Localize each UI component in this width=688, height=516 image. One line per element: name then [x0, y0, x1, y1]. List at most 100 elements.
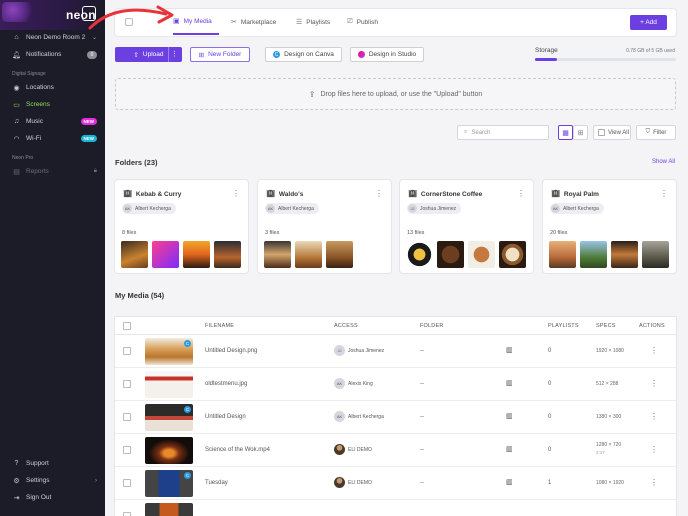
upload-button[interactable]: ⇧ Upload ⋮ — [115, 47, 182, 62]
more-vertical-icon[interactable]: ⋮ — [660, 189, 668, 198]
media-thumbnail[interactable] — [145, 371, 193, 398]
folder-card[interactable]: 🏢︎ Waldo's ⋮ AK Albert Kecherga 3 files — [258, 180, 391, 273]
more-vertical-icon[interactable]: ⋮ — [375, 189, 383, 198]
column-header-playlists[interactable]: PLAYLISTS — [548, 323, 579, 329]
column-header-specs[interactable]: SPECS — [596, 323, 616, 329]
sidebar-item-label: Sign Out — [26, 494, 52, 501]
media-thumbnail — [580, 241, 607, 268]
table-row[interactable]: Science of the Wok.mp4 ELI DEMO -- ▥ 0 1… — [115, 434, 676, 467]
avatar: AK — [334, 378, 345, 389]
sidebar-item-settings[interactable]: ⚙ Settings › — [0, 472, 105, 489]
sidebar-item-signout[interactable]: ⇥ Sign Out — [0, 489, 105, 506]
folder-thumbnails — [406, 241, 526, 268]
folder-card[interactable]: 🏢︎ Kebab & Curry ⋮ AK Albert Kecherga 8 fi… — [115, 180, 248, 273]
pin-icon: ◉ — [13, 84, 20, 92]
select-all-checkbox[interactable] — [123, 322, 131, 330]
filename[interactable]: Untitled Design — [205, 414, 246, 420]
more-vertical-icon[interactable]: ⋮ — [171, 50, 178, 58]
grid-view-button[interactable]: ⊞ — [573, 125, 588, 140]
row-checkbox[interactable] — [123, 413, 131, 421]
tab-my-media[interactable]: ▣ My Media — [173, 9, 219, 35]
wifi-icon: ◠ — [13, 135, 20, 143]
upload-dropzone[interactable]: ⇪ Drop files here to upload, or use the … — [115, 78, 676, 110]
more-vertical-icon[interactable]: ⋮ — [650, 445, 658, 454]
media-thumbnail — [183, 241, 210, 268]
more-vertical-icon[interactable]: ⋮ — [232, 189, 240, 198]
tab-label: Marketplace — [240, 18, 277, 26]
sidebar-item-wifi[interactable]: ◠ Wi-Fi NEW — [0, 130, 105, 147]
row-checkbox[interactable] — [123, 512, 131, 516]
specs: 1080 × 1920 — [596, 480, 624, 486]
column-header-access[interactable]: ACCESS — [334, 323, 358, 329]
folder-value: -- — [420, 480, 424, 486]
sidebar-item-locations[interactable]: ◉ Locations — [0, 79, 105, 96]
folder-card[interactable]: 🏢︎ Royal Palm ⋮ AK Albert Kecherga 20 file… — [543, 180, 676, 273]
media-thumbnail[interactable] — [145, 503, 193, 516]
sidebar-item-notifications[interactable]: 🔔︎ Notifications 0 — [0, 46, 105, 63]
more-vertical-icon[interactable]: ⋮ — [517, 189, 525, 198]
folder-name: Waldo's — [278, 190, 304, 198]
search-icon: ⌕ — [464, 129, 468, 135]
table-row[interactable]: oldtestmenu.jpg AK Alexis King -- ▥ 0 512… — [115, 368, 676, 401]
media-thumbnail — [549, 241, 576, 268]
media-thumbnail — [121, 241, 148, 268]
media-thumbnail[interactable] — [145, 437, 193, 464]
music-icon: ♫ — [13, 118, 20, 125]
sidebar-item-screens[interactable]: ▭ Screens — [0, 96, 105, 113]
more-vertical-icon[interactable]: ⋮ — [650, 478, 658, 487]
table-row[interactable]: C Untitled Design.png JJ Joshua Jimenez -… — [115, 335, 676, 368]
table-row[interactable]: C Untitled Design AK Albert Kecherga -- ▥… — [115, 401, 676, 434]
chart-icon: ▤ — [13, 168, 20, 176]
specs-value: 1080 × 1920 — [596, 480, 624, 486]
column-header-filename[interactable]: FILENAME — [205, 323, 234, 329]
column-header-folder[interactable]: FOLDER — [420, 323, 444, 329]
view-all-toggle[interactable]: View All — [593, 125, 631, 140]
row-checkbox[interactable] — [123, 347, 131, 355]
view-all-checkbox[interactable] — [598, 129, 605, 136]
design-on-canva-button[interactable]: C Design on Canva — [265, 47, 342, 62]
row-checkbox[interactable] — [123, 380, 131, 388]
search-input[interactable]: ⌕ Search — [457, 125, 549, 140]
storage-value: 0.78 GB of 5 GB used — [626, 48, 675, 54]
list-view-icon: ▦ — [562, 129, 569, 137]
more-vertical-icon[interactable]: ⋮ — [650, 346, 658, 355]
list-icon: ☰ — [296, 19, 303, 26]
sidebar-item-reports[interactable]: ▤ Reports 🔒︎ — [0, 163, 105, 180]
sidebar-item-label: Locations — [26, 84, 54, 91]
access-name: ELI DEMO — [348, 479, 372, 486]
filter-button[interactable]: ⛉ Filter — [636, 125, 676, 140]
row-checkbox[interactable] — [123, 446, 131, 454]
filename[interactable]: Science of the Wok.mp4 — [205, 447, 270, 453]
avatar: JJ — [408, 204, 417, 213]
table-row[interactable]: C Tuesday ELI DEMO -- ▥ 1 1080 × 1920 ⋮ — [115, 467, 676, 500]
new-folder-button[interactable]: ⊞ New Folder — [190, 47, 250, 62]
tab-publish[interactable]: ⎚ Publish — [347, 9, 378, 35]
design-in-studio-button[interactable]: Design in Studio — [350, 47, 424, 62]
row-checkbox[interactable] — [123, 479, 131, 487]
table-row[interactable] — [115, 500, 676, 516]
folder-thumbnails — [549, 241, 669, 268]
media-thumbnail[interactable]: C — [145, 338, 193, 365]
avatar — [334, 477, 345, 488]
playlists-count: 0 — [548, 381, 552, 387]
show-all-link[interactable]: Show All — [652, 159, 675, 165]
access-user: ELI DEMO — [334, 477, 372, 488]
more-vertical-icon[interactable]: ⋮ — [650, 412, 658, 421]
media-thumbnail[interactable]: C — [145, 470, 193, 497]
list-view-button[interactable]: ▦ — [558, 125, 573, 140]
canva-icon: C — [184, 406, 191, 413]
upload-icon: ⇪ — [308, 89, 316, 99]
more-vertical-icon[interactable]: ⋮ — [650, 379, 658, 388]
tab-playlists[interactable]: ☰ Playlists — [296, 9, 330, 35]
filename[interactable]: Tuesday — [205, 480, 228, 486]
add-button[interactable]: + Add — [630, 15, 667, 30]
folder-card[interactable]: 🏢︎ CornerStone Coffee ⋮ JJ Joshua Jimenez … — [400, 180, 533, 273]
media-thumbnail[interactable]: C — [145, 404, 193, 431]
filename[interactable]: oldtestmenu.jpg — [205, 381, 247, 387]
filename[interactable]: Untitled Design.png — [205, 348, 257, 354]
sidebar-item-music[interactable]: ♫ Music NEW — [0, 113, 105, 130]
sidebar-item-support[interactable]: ? Support — [0, 455, 105, 472]
specs: 1280 × 720 2:17 — [596, 442, 621, 455]
tab-marketplace[interactable]: ✂ Marketplace — [231, 9, 276, 35]
dropzone-text: Drop files here to upload, or use the "U… — [320, 90, 483, 98]
